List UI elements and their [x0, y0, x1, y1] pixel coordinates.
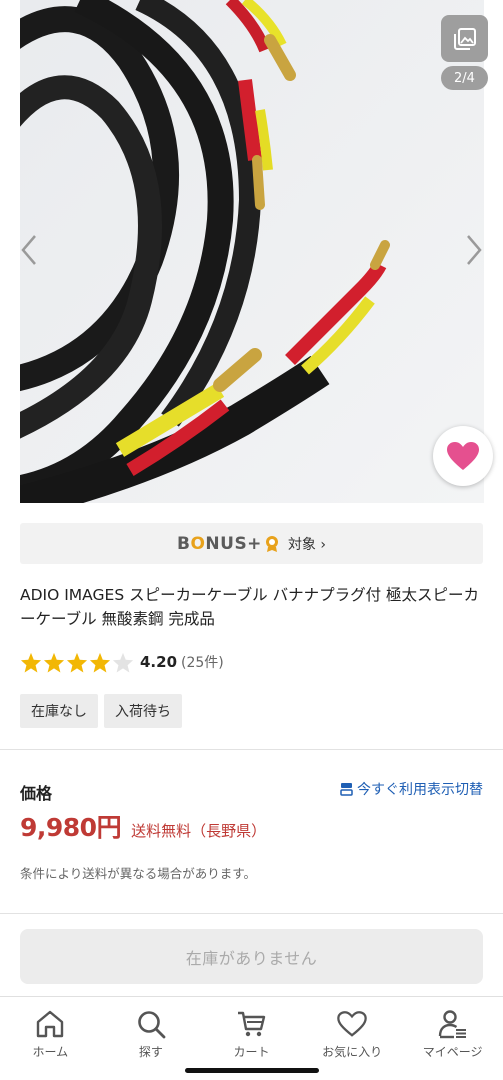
heart-icon: [447, 442, 479, 470]
bonus-logo: B O NUS+: [177, 534, 280, 554]
nav-mypage-label: マイページ: [422, 1045, 483, 1059]
shipping-note: 条件により送料が異なる場合があります。: [20, 866, 257, 881]
previous-image-button[interactable]: [16, 232, 42, 268]
cart-icon: [234, 1007, 268, 1041]
star-empty-icon: [112, 652, 134, 673]
display-toggle-label: 今すぐ利用表示切替: [357, 782, 483, 798]
price-amount: 9,980円: [20, 813, 122, 842]
image-list-button[interactable]: [441, 15, 488, 62]
speaker-cable-image: [20, 0, 484, 503]
home-icon: [33, 1007, 67, 1041]
product-photo[interactable]: [20, 0, 484, 503]
nav-mypage[interactable]: マイページ: [402, 997, 503, 1080]
product-rating[interactable]: 4.20 (25件): [20, 650, 224, 674]
user-icon: [436, 1007, 470, 1041]
favorite-button[interactable]: [433, 426, 493, 486]
bonus-banner[interactable]: B O NUS+ 対象 ›: [20, 523, 483, 564]
chevron-right-icon: [467, 235, 482, 265]
star-filled-icon: [66, 652, 88, 673]
rating-value: 4.20: [140, 653, 178, 671]
display-toggle-link[interactable]: 今すぐ利用表示切替: [340, 779, 483, 799]
star-filled-icon: [89, 652, 111, 673]
price-label: 価格: [20, 784, 53, 803]
bonus-target-link[interactable]: 対象 ›: [288, 534, 326, 554]
next-image-button[interactable]: [461, 232, 487, 268]
toggle-icon: [340, 783, 353, 796]
chevron-left-icon: [21, 235, 36, 265]
image-page-indicator: 2/4: [441, 66, 488, 90]
section-divider: [0, 913, 503, 914]
price-row: 9,980円 送料無料（長野県）: [20, 808, 266, 844]
nav-favorites-label: お気に入り: [322, 1045, 383, 1059]
home-indicator: [185, 1068, 319, 1073]
nav-home[interactable]: ホーム: [0, 997, 101, 1080]
review-count[interactable]: (25件): [181, 652, 224, 672]
section-divider: [0, 749, 503, 750]
star-filled-icon: [43, 652, 65, 673]
stock-tags: 在庫なし 入荷待ち: [20, 694, 182, 728]
stock-status-tag: 在庫なし: [20, 694, 98, 728]
rating-stars: [20, 652, 134, 673]
nav-search-label: 探す: [138, 1045, 163, 1059]
out-of-stock-button[interactable]: 在庫がありません: [20, 929, 483, 984]
heart-outline-icon: [335, 1007, 369, 1041]
star-filled-icon: [20, 652, 42, 673]
nav-cart-label: カート: [233, 1045, 270, 1059]
product-title: ADIO IMAGES スピーカーケーブル バナナプラグ付 極太スピーカーケーブ…: [20, 586, 480, 628]
shipping-info: 送料無料（長野県）: [131, 822, 267, 840]
nav-home-label: ホーム: [32, 1045, 69, 1059]
product-image-gallery[interactable]: 2/4: [0, 0, 503, 503]
medal-icon: [265, 535, 278, 552]
restock-status-tag: 入荷待ち: [104, 694, 182, 728]
gallery-icon: [453, 27, 476, 50]
search-icon: [134, 1007, 168, 1041]
